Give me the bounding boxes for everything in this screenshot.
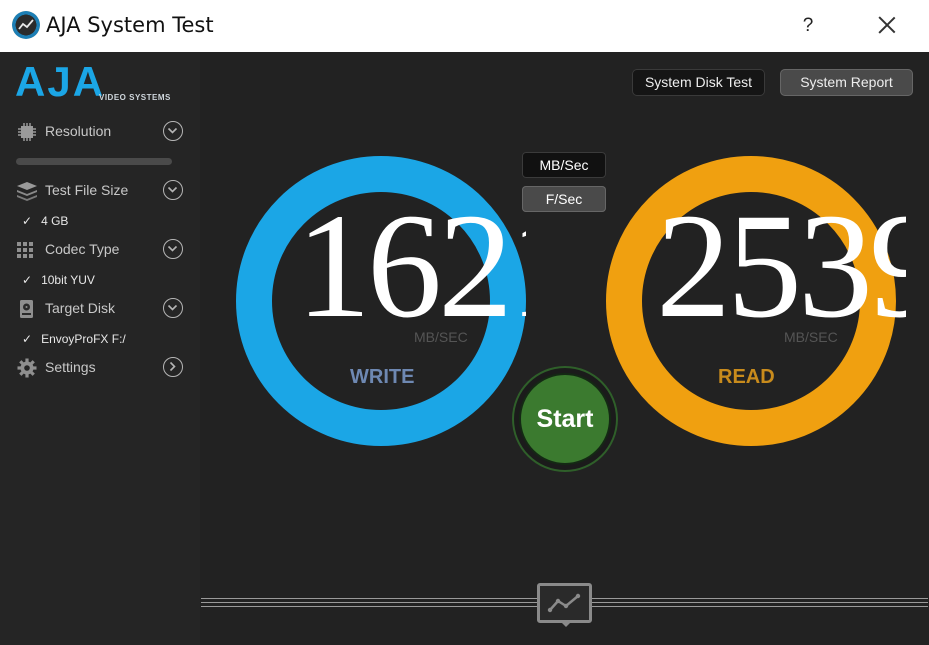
sidebar-item-codec-type[interactable]: Codec Type xyxy=(14,236,189,264)
chevron-down-icon[interactable] xyxy=(163,180,183,200)
check-icon: ✓ xyxy=(22,273,33,287)
unit-f-sec-button[interactable]: F/Sec xyxy=(522,186,606,212)
disk-icon xyxy=(20,300,33,318)
chevron-down-icon[interactable] xyxy=(163,121,183,141)
selected-codec: ✓ 10bit YUV xyxy=(22,273,95,287)
sidebar-item-label: Target Disk xyxy=(45,300,116,316)
disk-value: EnvoyProFX F:/ xyxy=(41,332,126,346)
write-value: 1621 xyxy=(296,183,526,349)
start-button[interactable]: Start xyxy=(519,373,611,465)
film-grid-icon xyxy=(17,242,33,258)
logo-subtitle: VIDEO SYSTEMS xyxy=(99,93,171,102)
graph-button-pointer xyxy=(559,620,573,627)
sidebar-item-label: Resolution xyxy=(45,123,112,139)
gear-icon xyxy=(17,358,37,378)
sidebar-item-resolution[interactable]: Resolution xyxy=(14,118,189,146)
layers-icon xyxy=(17,182,37,201)
chevron-down-icon[interactable] xyxy=(163,298,183,318)
window-title: AJA System Test xyxy=(46,13,214,37)
chevron-down-icon[interactable] xyxy=(163,239,183,259)
sidebar-item-label: Codec Type xyxy=(45,241,120,257)
resolution-slider[interactable] xyxy=(16,158,172,165)
logo-text: AJA xyxy=(15,62,105,105)
app-icon xyxy=(12,11,40,39)
read-label: READ xyxy=(718,366,775,388)
sidebar-item-target-disk[interactable]: Target Disk xyxy=(14,295,189,323)
sidebar-item-test-file-size[interactable]: Test File Size xyxy=(14,177,189,205)
chip-icon xyxy=(18,123,36,141)
sidebar: AJA VIDEO SYSTEMS Resolution Test File S… xyxy=(0,52,200,645)
sidebar-item-label: Test File Size xyxy=(45,182,129,198)
sidebar-item-settings[interactable]: Settings xyxy=(14,354,189,382)
file-size-value: 4 GB xyxy=(41,214,69,228)
read-gauge: 2539 MB/SEC READ xyxy=(606,156,906,446)
write-gauge: 1621 MB/SEC WRITE xyxy=(236,156,526,446)
codec-value: 10bit YUV xyxy=(41,273,95,287)
read-value: 2539 xyxy=(656,183,906,349)
line-chart-icon xyxy=(547,593,581,613)
help-button[interactable]: ? xyxy=(796,14,820,38)
title-bar: AJA System Test ? xyxy=(0,0,929,52)
write-label: WRITE xyxy=(350,366,415,388)
write-unit: MB/SEC xyxy=(414,329,468,345)
system-disk-test-button[interactable]: System Disk Test xyxy=(632,69,765,96)
close-icon[interactable] xyxy=(872,10,902,40)
graph-toggle-button[interactable] xyxy=(537,583,592,623)
selected-file-size: ✓ 4 GB xyxy=(22,214,68,228)
main-area: AJA VIDEO SYSTEMS Resolution Test File S… xyxy=(0,52,929,645)
read-unit: MB/SEC xyxy=(784,329,838,345)
unit-mb-sec-button[interactable]: MB/Sec xyxy=(522,152,606,178)
system-report-button[interactable]: System Report xyxy=(780,69,913,96)
check-icon: ✓ xyxy=(22,214,33,228)
check-icon: ✓ xyxy=(22,332,33,346)
sidebar-item-label: Settings xyxy=(45,359,96,375)
selected-disk: ✓ EnvoyProFX F:/ xyxy=(22,332,126,346)
chevron-right-icon[interactable] xyxy=(163,357,183,377)
